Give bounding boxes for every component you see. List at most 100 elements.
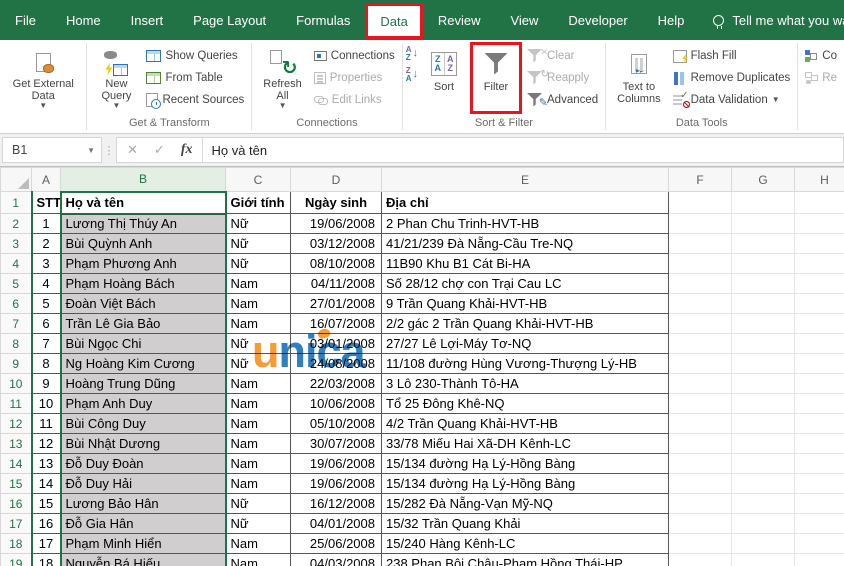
column-header-E[interactable]: E	[381, 167, 669, 192]
cell-G14[interactable]	[731, 453, 795, 474]
cell-B8[interactable]: Bùi Ngọc Chi	[59, 333, 227, 354]
cell-B18[interactable]: Phạm Minh Hiển	[59, 533, 227, 554]
cell-D14[interactable]: 19/06/2008	[290, 453, 382, 474]
cell-F11[interactable]	[668, 393, 732, 414]
row-header-6[interactable]: 6	[0, 293, 33, 314]
cell-D1[interactable]: Ngày sinh	[290, 191, 382, 214]
cell-F17[interactable]	[668, 513, 732, 534]
cell-A3[interactable]: 2	[31, 233, 61, 254]
cell-A2[interactable]: 1	[31, 213, 61, 234]
cell-A8[interactable]: 7	[31, 333, 61, 354]
tab-file[interactable]: File	[0, 0, 51, 40]
cell-E7[interactable]: 2/2 gác 2 Trần Quang Khải-HVT-HB	[381, 313, 669, 334]
insert-function-icon[interactable]: fx	[181, 142, 193, 158]
cell-C19[interactable]: Nam	[225, 553, 291, 566]
flash-fill-button[interactable]: Flash Fill	[669, 45, 795, 67]
cell-D16[interactable]: 16/12/2008	[290, 493, 382, 514]
cell-D3[interactable]: 03/12/2008	[290, 233, 382, 254]
cell-E17[interactable]: 15/32 Trần Quang Khải	[381, 513, 669, 534]
cell-D8[interactable]: 03/01/2008	[290, 333, 382, 354]
cell-E18[interactable]: 15/240 Hàng Kênh-LC	[381, 533, 669, 554]
cell-E1[interactable]: Địa chỉ	[381, 191, 669, 214]
cell-E3[interactable]: 41/21/239 Đà Nẵng-Cầu Tre-NQ	[381, 233, 669, 254]
row-header-18[interactable]: 18	[0, 533, 33, 554]
consolidate-button[interactable]: Co	[801, 45, 841, 67]
cell-B5[interactable]: Phạm Hoàng Bách	[59, 273, 227, 294]
cell-D2[interactable]: 19/06/2008	[290, 213, 382, 234]
cell-H16[interactable]	[794, 493, 844, 514]
cell-A14[interactable]: 13	[31, 453, 61, 474]
cell-D19[interactable]: 04/03/2008	[290, 553, 382, 566]
cell-G15[interactable]	[731, 473, 795, 494]
cell-G18[interactable]	[731, 533, 795, 554]
cell-A7[interactable]: 6	[31, 313, 61, 334]
cell-H5[interactable]	[794, 273, 844, 294]
cell-H4[interactable]	[794, 253, 844, 274]
tab-help[interactable]: Help	[643, 0, 700, 40]
cell-F19[interactable]	[668, 553, 732, 566]
tab-insert[interactable]: Insert	[116, 0, 179, 40]
tab-developer[interactable]: Developer	[553, 0, 642, 40]
cell-A13[interactable]: 12	[31, 433, 61, 454]
cell-A4[interactable]: 3	[31, 253, 61, 274]
cell-G2[interactable]	[731, 213, 795, 234]
row-header-13[interactable]: 13	[0, 433, 33, 454]
column-header-D[interactable]: D	[290, 167, 382, 192]
cell-D5[interactable]: 04/11/2008	[290, 273, 382, 294]
connections-button[interactable]: Connections	[310, 45, 399, 67]
cell-C6[interactable]: Nam	[225, 293, 291, 314]
row-header-7[interactable]: 7	[0, 313, 33, 334]
cell-G16[interactable]	[731, 493, 795, 514]
cell-A15[interactable]: 14	[31, 473, 61, 494]
cell-A16[interactable]: 15	[31, 493, 61, 514]
row-header-10[interactable]: 10	[0, 373, 33, 394]
column-header-G[interactable]: G	[731, 167, 795, 192]
cell-C3[interactable]: Nữ	[225, 233, 291, 254]
cell-B1[interactable]: Họ và tên	[59, 191, 227, 215]
row-header-12[interactable]: 12	[0, 413, 33, 434]
cell-G1[interactable]	[731, 191, 795, 214]
cell-B19[interactable]: Nguyễn Bá Hiếu	[59, 553, 227, 566]
cell-E12[interactable]: 4/2 Trần Quang Khải-HVT-HB	[381, 413, 669, 434]
cell-F6[interactable]	[668, 293, 732, 314]
row-header-5[interactable]: 5	[0, 273, 33, 294]
cell-D6[interactable]: 27/01/2008	[290, 293, 382, 314]
row-header-19[interactable]: 19	[0, 553, 33, 566]
column-header-A[interactable]: A	[31, 167, 61, 192]
cell-B11[interactable]: Phạm Anh Duy	[59, 393, 227, 414]
sort-za-button[interactable]: Z A ↓	[406, 67, 418, 82]
cell-G12[interactable]	[731, 413, 795, 434]
cell-H13[interactable]	[794, 433, 844, 454]
cell-A11[interactable]: 10	[31, 393, 61, 414]
cell-B10[interactable]: Hoàng Trung Dũng	[59, 373, 227, 394]
cell-C12[interactable]: Nam	[225, 413, 291, 434]
cell-G3[interactable]	[731, 233, 795, 254]
cell-H10[interactable]	[794, 373, 844, 394]
filter-button[interactable]: Filter	[470, 42, 523, 114]
sort-button[interactable]: ZAAZ Sort	[418, 42, 470, 114]
cell-B14[interactable]: Đỗ Duy Đoàn	[59, 453, 227, 474]
cell-F10[interactable]	[668, 373, 732, 394]
row-header-8[interactable]: 8	[0, 333, 33, 354]
cell-E14[interactable]: 15/134 đường Hạ Lý-Hồng Bàng	[381, 453, 669, 474]
cell-D13[interactable]: 30/07/2008	[290, 433, 382, 454]
cell-C14[interactable]: Nam	[225, 453, 291, 474]
cell-C5[interactable]: Nam	[225, 273, 291, 294]
cell-E4[interactable]: 11B90 Khu B1 Cát Bi-HA	[381, 253, 669, 274]
cell-A19[interactable]: 18	[31, 553, 61, 566]
cell-F18[interactable]	[668, 533, 732, 554]
sort-az-button[interactable]: A Z ↓	[406, 46, 418, 61]
cell-F16[interactable]	[668, 493, 732, 514]
cell-B7[interactable]: Trần Lê Gia Bảo	[59, 313, 227, 334]
cell-B17[interactable]: Đỗ Gia Hân	[59, 513, 227, 534]
cell-E5[interactable]: Số 28/12 chợ con Trại Cau LC	[381, 273, 669, 294]
cell-H3[interactable]	[794, 233, 844, 254]
cell-C15[interactable]: Nam	[225, 473, 291, 494]
cell-C17[interactable]: Nữ	[225, 513, 291, 534]
cell-A10[interactable]: 9	[31, 373, 61, 394]
cell-E2[interactable]: 2 Phan Chu Trinh-HVT-HB	[381, 213, 669, 234]
cell-A1[interactable]: STT	[31, 191, 61, 214]
cell-H18[interactable]	[794, 533, 844, 554]
cell-F8[interactable]	[668, 333, 732, 354]
row-header-4[interactable]: 4	[0, 253, 33, 274]
